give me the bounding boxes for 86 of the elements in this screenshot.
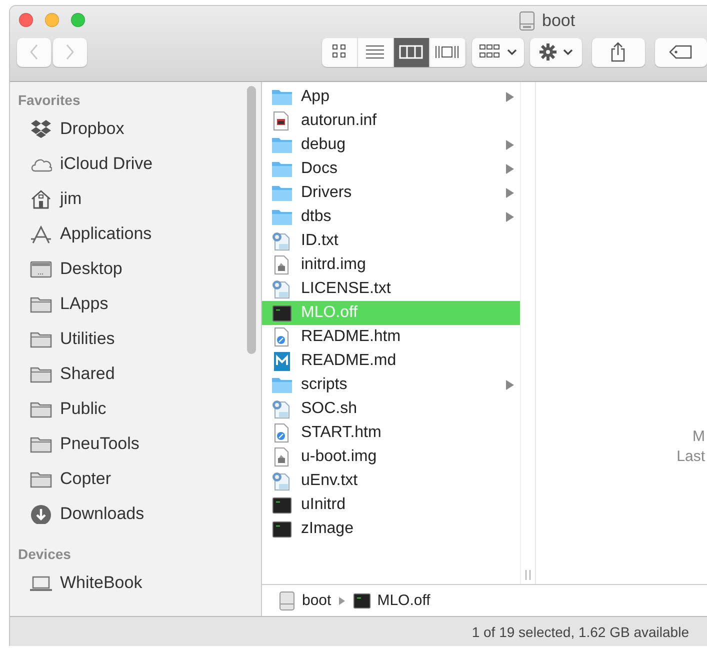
chevron-left-icon	[29, 44, 39, 60]
file-item[interactable]: Docs	[262, 157, 520, 181]
sidebar-item[interactable]: Desktop	[18, 251, 122, 286]
gear-icon	[539, 43, 558, 61]
file-item[interactable]: ID.txt	[262, 229, 520, 253]
chevron-right-icon	[65, 44, 75, 60]
sidebar-item[interactable]: iCloud Drive	[18, 146, 153, 181]
home-icon	[30, 188, 52, 208]
file-item[interactable]: START.htm	[262, 421, 520, 445]
file-item[interactable]: uInitrd	[262, 493, 520, 517]
terminal-icon	[271, 495, 293, 515]
sidebar-item[interactable]: LApps	[18, 286, 108, 321]
preview-text: M	[692, 427, 705, 447]
share-button[interactable]	[592, 38, 645, 66]
list-icon	[365, 43, 386, 61]
sidebar-item[interactable]: Utilities	[18, 321, 115, 356]
columns-icon	[399, 43, 424, 61]
file-item[interactable]: zImage	[262, 517, 520, 541]
m-letter-icon	[271, 351, 293, 371]
file-item[interactable]: debug	[262, 133, 520, 157]
sidebar-item[interactable]: Dropbox	[18, 111, 124, 146]
section-header: Devices	[18, 545, 72, 564]
folder-icon	[271, 207, 293, 227]
section-header: Favorites	[18, 91, 82, 110]
file-item[interactable]: App	[262, 85, 520, 109]
action-button[interactable]	[530, 38, 582, 66]
path-item[interactable]: MLO.off	[353, 590, 430, 610]
cover-flow-icon	[435, 43, 460, 61]
triangle-right-icon	[506, 164, 514, 174]
terminal-icon	[271, 519, 293, 539]
sidebar-item[interactable]: Public	[18, 391, 106, 426]
file-item[interactable]: uEnv.txt	[262, 469, 520, 493]
arrange-button[interactable]	[472, 38, 524, 66]
tag-icon	[668, 45, 693, 59]
triangle-right-icon	[506, 188, 514, 198]
caret-icon	[506, 48, 517, 56]
triangle-right-icon	[506, 92, 514, 102]
folder-icon	[271, 87, 293, 107]
sidebar-item[interactable]: jim	[18, 181, 82, 216]
sidebar-item[interactable]: WhiteBook	[18, 565, 142, 600]
drive-icon	[518, 11, 536, 31]
file-item[interactable]: README.htm	[262, 325, 520, 349]
folder-icon	[271, 159, 293, 179]
tag-button[interactable]	[654, 38, 707, 66]
share-icon	[610, 42, 626, 62]
zoom-button[interactable]	[71, 13, 85, 27]
view-mode-button[interactable]	[322, 38, 358, 66]
view-mode-button[interactable]	[430, 38, 466, 66]
folder-icon	[271, 375, 293, 395]
sidebar-item[interactable]: Shared	[18, 356, 115, 391]
caret-icon	[563, 48, 574, 56]
folder-icon	[271, 183, 293, 203]
preview-text: Last	[676, 447, 705, 467]
file-item[interactable]: u-boot.img	[262, 445, 520, 469]
download-icon	[30, 504, 52, 524]
triangle-right-icon	[506, 140, 514, 150]
view-mode-button[interactable]	[358, 38, 394, 66]
file-item[interactable]: initrd.img	[262, 253, 520, 277]
box-stack-icon	[30, 118, 52, 138]
status-bar: 1 of 19 selected, 1.62 GB available	[10, 616, 707, 646]
triangle-right-icon	[506, 380, 514, 390]
file-item[interactable]: SOC.sh	[262, 397, 520, 421]
file-item[interactable]: dtbs	[262, 205, 520, 229]
file-item[interactable]: autorun.inf	[262, 109, 520, 133]
sidebar-item[interactable]: PneuTools	[18, 426, 140, 461]
scrollbar-thumb[interactable]	[247, 86, 256, 354]
desktop-icon	[30, 258, 52, 278]
sidebar-item[interactable]: Downloads	[18, 496, 144, 531]
terminal-icon	[271, 303, 293, 323]
grid-icon	[478, 44, 501, 60]
drive-icon	[278, 590, 296, 610]
terminal-icon	[353, 590, 372, 610]
window-title: boot	[542, 11, 576, 31]
path-item[interactable]: boot	[278, 590, 332, 610]
close-button[interactable]	[19, 13, 33, 27]
sidebar-item[interactable]: Copter	[18, 461, 112, 496]
triangle-right-icon	[506, 212, 514, 222]
file-item[interactable]: Drivers	[262, 181, 520, 205]
triangle-right-icon	[339, 596, 346, 604]
file-item[interactable]: README.md	[262, 349, 520, 373]
sidebar-item[interactable]: Applications	[18, 216, 152, 251]
resize-handle-icon	[525, 570, 531, 580]
file-item[interactable]: scripts	[262, 373, 520, 397]
folder-icon	[271, 135, 293, 155]
view-mode-button[interactable]	[394, 38, 430, 66]
file-item[interactable]: LICENSE.txt	[262, 277, 520, 301]
